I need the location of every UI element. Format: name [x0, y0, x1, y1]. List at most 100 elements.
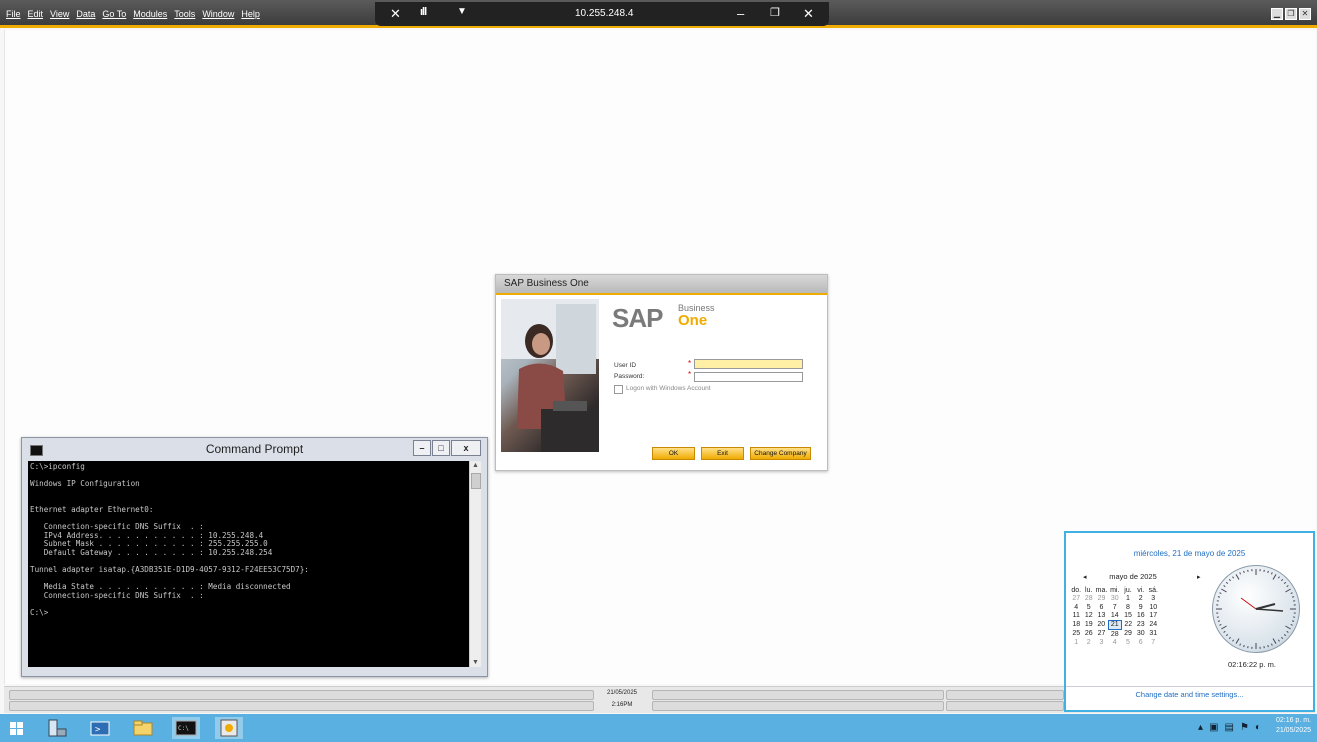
restore-button[interactable]: ❐	[1285, 8, 1297, 20]
clock-tick	[1225, 581, 1229, 584]
calendar-day[interactable]: 17	[1147, 612, 1160, 621]
menu-modules[interactable]: Modules	[133, 9, 167, 19]
calendar-day[interactable]: 29	[1095, 595, 1108, 603]
exit-button[interactable]: Exit	[701, 447, 744, 460]
file-explorer-icon[interactable]	[131, 717, 155, 739]
calendar-day[interactable]: 30	[1108, 595, 1122, 603]
rdp-minimize-button[interactable]: –	[737, 6, 744, 21]
calendar-day[interactable]: 7	[1147, 639, 1160, 647]
ok-button[interactable]: OK	[652, 447, 695, 460]
calendar-day[interactable]: 1	[1122, 595, 1135, 603]
security-tray-icon[interactable]: ▤	[1225, 722, 1234, 733]
menu-go-to[interactable]: Go To	[102, 9, 126, 19]
calendar-day[interactable]: 18	[1070, 621, 1083, 630]
status-field	[946, 690, 1064, 700]
rdp-restore-button[interactable]: ❐	[770, 6, 780, 19]
woman-at-laptop-image	[501, 299, 599, 452]
user-id-input[interactable]	[694, 359, 803, 369]
calendar-day[interactable]: 29	[1122, 630, 1135, 639]
network-tray-icon[interactable]: ▣	[1209, 722, 1218, 733]
action-center-icon[interactable]: ⚑	[1240, 722, 1249, 733]
cmd-taskbar-icon[interactable]: C:\	[172, 717, 200, 739]
calendar-day[interactable]: 27	[1070, 595, 1083, 603]
previous-month-button[interactable]: ◂	[1083, 573, 1087, 581]
menu-help[interactable]: Help	[241, 9, 260, 19]
menu-file[interactable]: File	[6, 9, 21, 19]
calendar-day[interactable]: 23	[1135, 621, 1148, 630]
show-hidden-icons-icon[interactable]: ▴	[1198, 722, 1203, 733]
clock-tick	[1286, 630, 1289, 633]
calendar-day[interactable]: 22	[1122, 621, 1135, 630]
change-company-button[interactable]: Change Company	[750, 447, 811, 460]
cmd-maximize-button[interactable]: □	[432, 440, 450, 456]
calendar-day[interactable]: 28	[1083, 595, 1096, 603]
calendar-day[interactable]: 30	[1135, 630, 1148, 639]
scroll-thumb[interactable]	[471, 473, 481, 489]
calendar-day[interactable]: 19	[1083, 621, 1096, 630]
server-manager-icon[interactable]	[45, 717, 69, 739]
powershell-icon[interactable]: >	[88, 717, 112, 739]
calendar-day[interactable]: 5	[1083, 604, 1096, 612]
calendar-day[interactable]: 4	[1108, 639, 1122, 647]
calendar-date-header[interactable]: miércoles, 21 de mayo de 2025	[1066, 549, 1313, 558]
windows-logon-checkbox[interactable]	[614, 385, 623, 394]
menu-edit[interactable]: Edit	[28, 9, 44, 19]
rdp-close-button[interactable]: ✕	[803, 6, 814, 22]
calendar-day[interactable]: 16	[1135, 612, 1148, 621]
cmd-scrollbar[interactable]: ▲ ▼	[469, 461, 481, 667]
calendar-day[interactable]: 28	[1108, 630, 1122, 639]
menu-tools[interactable]: Tools	[174, 9, 195, 19]
menu-view[interactable]: View	[50, 9, 69, 19]
cmd-close-button[interactable]: x	[451, 440, 481, 456]
menu-window[interactable]: Window	[202, 9, 234, 19]
calendar-day[interactable]: 13	[1095, 612, 1108, 621]
signal-icon[interactable]: ıll	[420, 6, 427, 18]
calendar-day[interactable]: 3	[1147, 595, 1160, 603]
calendar-day[interactable]: 5	[1122, 639, 1135, 647]
login-photo	[501, 299, 599, 452]
calendar-day[interactable]: 6	[1095, 604, 1108, 612]
password-input[interactable]	[694, 372, 803, 382]
menu-data[interactable]: Data	[76, 9, 95, 19]
chevron-down-icon[interactable]: ▼	[457, 6, 467, 17]
calendar-day[interactable]: 20	[1095, 621, 1108, 630]
calendar-day[interactable]: 15	[1122, 612, 1135, 621]
clock-tick	[1291, 596, 1295, 598]
calendar-day[interactable]: 14	[1108, 612, 1122, 621]
cmd-minimize-button[interactable]: –	[413, 440, 431, 456]
calendar-day[interactable]: 21	[1107, 620, 1122, 631]
minimize-button[interactable]: ▁	[1271, 8, 1283, 20]
calendar-day[interactable]: 11	[1070, 612, 1083, 621]
change-date-time-link[interactable]: Change date and time settings...	[1066, 686, 1313, 711]
calendar-day[interactable]: 2	[1083, 639, 1096, 647]
next-month-button[interactable]: ▸	[1197, 573, 1201, 581]
pin-icon[interactable]: ✕	[390, 6, 401, 22]
sap-business-one-taskbar-icon[interactable]	[215, 717, 243, 739]
cmd-console-output[interactable]: C:\>ipconfig Windows IP Configuration Et…	[28, 461, 469, 667]
start-button[interactable]	[5, 717, 29, 739]
volume-icon[interactable]: ◐	[1255, 722, 1261, 733]
calendar-day[interactable]: 12	[1083, 612, 1096, 621]
taskbar-clock[interactable]: 02:16 p. m. 21/05/2025	[1276, 716, 1311, 736]
console-line: Tunnel adapter isatap.{A3DB351E-D1D9-405…	[30, 565, 309, 575]
calendar-day[interactable]: 3	[1095, 639, 1108, 647]
weekday-header: ju.	[1124, 587, 1132, 595]
calendar-day[interactable]: 26	[1083, 630, 1096, 639]
calendar-day[interactable]: 10	[1147, 604, 1160, 612]
chevron-up-icon[interactable]: ▲	[470, 462, 481, 469]
close-button[interactable]: ✕	[1299, 8, 1311, 20]
calendar-month-label[interactable]: mayo de 2025	[1088, 572, 1178, 581]
calendar-day[interactable]: 1	[1070, 639, 1083, 647]
calendar-day[interactable]: 6	[1135, 639, 1148, 647]
calendar-day[interactable]: 24	[1147, 621, 1160, 630]
taskbar-time: 02:16 p. m.	[1275, 717, 1311, 724]
calendar-day[interactable]: 9	[1135, 604, 1148, 612]
calendar-day[interactable]: 2	[1135, 595, 1148, 603]
calendar-day[interactable]: 25	[1070, 630, 1083, 639]
calendar-day[interactable]: 7	[1108, 604, 1122, 612]
calendar-day[interactable]: 4	[1070, 604, 1083, 612]
calendar-day[interactable]: 27	[1095, 630, 1108, 639]
calendar-day[interactable]: 31	[1147, 630, 1160, 639]
chevron-down-icon[interactable]: ▼	[470, 659, 481, 666]
calendar-day[interactable]: 8	[1122, 604, 1135, 612]
